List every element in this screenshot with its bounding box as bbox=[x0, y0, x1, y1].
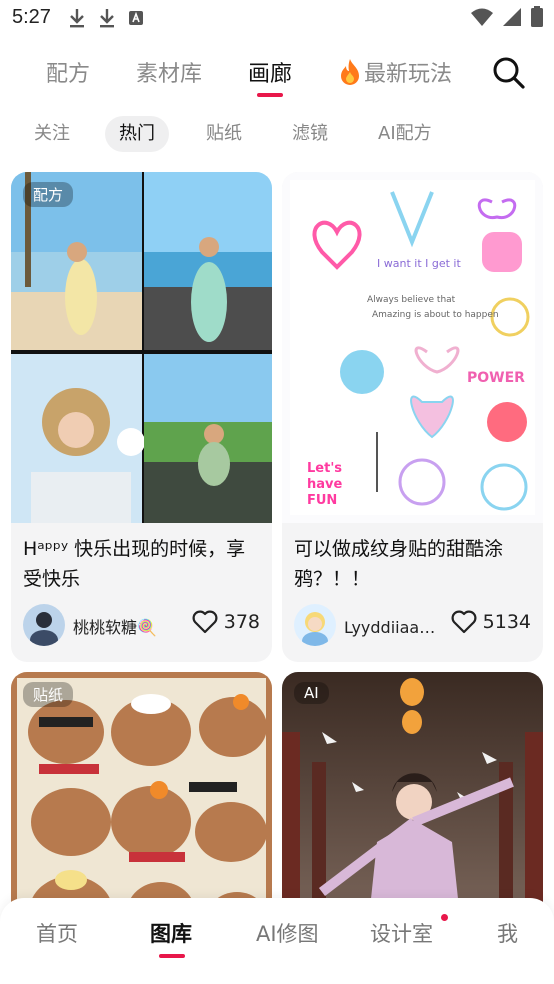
card-tag: AI bbox=[294, 682, 329, 704]
gallery-card[interactable]: I want it I get it Always believe that A… bbox=[282, 172, 543, 662]
tab-new-features-label: 最新玩法 bbox=[364, 62, 453, 87]
signal-icon bbox=[503, 8, 521, 26]
download-icon bbox=[100, 9, 114, 28]
chip-stickers[interactable]: 贴纸 bbox=[192, 116, 256, 152]
nav-home[interactable]: 首页 bbox=[36, 918, 78, 948]
card-tag: 贴纸 bbox=[23, 682, 74, 707]
system-icons bbox=[470, 6, 544, 28]
app-notification-icon bbox=[129, 11, 143, 25]
avatar[interactable] bbox=[23, 604, 65, 646]
svg-text:Let's: Let's bbox=[307, 461, 342, 476]
nav-design-studio[interactable]: 设计室 bbox=[370, 918, 433, 948]
card-image-collage bbox=[11, 172, 272, 523]
chip-filters[interactable]: 滤镜 bbox=[278, 116, 342, 152]
card-title: Hᵃᵖᵖʸ 快乐出现的时候，享受快乐 bbox=[23, 538, 246, 590]
card-meta: 桃桃软糖🍭 378 bbox=[23, 602, 260, 646]
tab-material-library[interactable]: 素材库 bbox=[136, 56, 202, 88]
heart-icon bbox=[192, 610, 218, 634]
heart-icon bbox=[451, 610, 477, 634]
avatar[interactable] bbox=[294, 604, 336, 646]
card-image-doodles: I want it I get it Always believe that A… bbox=[282, 172, 543, 523]
gallery-card[interactable]: 配方 Hᵃᵖᵖʸ 快乐出现的时候，享受快乐 桃桃软糖🍭 378 bbox=[11, 172, 272, 662]
tab-recipe[interactable]: 配方 bbox=[46, 56, 90, 88]
svg-text:I want it I get it: I want it I get it bbox=[377, 257, 461, 270]
like-count: 5134 bbox=[482, 611, 531, 633]
svg-text:FUN: FUN bbox=[307, 493, 337, 508]
card-tag: 配方 bbox=[23, 182, 74, 207]
sub-tabs: 关注 热门 贴纸 滤镜 AI配方 bbox=[0, 116, 554, 156]
notification-icons bbox=[68, 8, 144, 28]
chip-following[interactable]: 关注 bbox=[20, 116, 84, 152]
top-nav: 配方 素材库 画廊 最新玩法 bbox=[0, 52, 554, 102]
nav-me[interactable]: 我 bbox=[497, 918, 518, 948]
svg-text:Amazing is about to happen: Amazing is about to happen bbox=[372, 310, 499, 320]
svg-text:POWER: POWER bbox=[467, 370, 525, 386]
active-tab-indicator bbox=[257, 93, 283, 97]
chip-popular[interactable]: 热门 bbox=[105, 116, 169, 152]
like-button[interactable]: 5134 bbox=[451, 610, 531, 634]
svg-text:Always believe that: Always believe that bbox=[367, 295, 456, 305]
notification-dot bbox=[441, 914, 448, 921]
author-name[interactable]: Lyyddiiaa莉... bbox=[344, 614, 448, 638]
active-nav-indicator bbox=[159, 954, 185, 958]
author-name[interactable]: 桃桃软糖🍭 bbox=[73, 614, 157, 638]
nav-ai-retouch[interactable]: AI修图 bbox=[256, 918, 319, 948]
chip-ai-recipe[interactable]: AI配方 bbox=[364, 116, 446, 152]
like-count: 378 bbox=[223, 611, 260, 633]
wifi-icon bbox=[471, 8, 493, 26]
card-title: 可以做成纹身贴的甜酷涂鸦？！！ bbox=[294, 538, 504, 590]
card-meta: Lyyddiiaa莉... 5134 bbox=[294, 602, 531, 646]
bottom-nav: 首页 图库 AI修图 设计室 我 bbox=[0, 898, 554, 984]
nav-gallery[interactable]: 图库 bbox=[150, 918, 192, 948]
fire-icon bbox=[341, 59, 359, 85]
like-button[interactable]: 378 bbox=[192, 610, 260, 634]
download-icon bbox=[70, 9, 84, 28]
tab-gallery[interactable]: 画廊 bbox=[248, 56, 292, 88]
svg-text:have: have bbox=[307, 477, 343, 492]
tab-new-features[interactable]: 最新玩法 bbox=[338, 56, 452, 88]
battery-icon bbox=[531, 6, 543, 27]
status-bar: 5:27 bbox=[0, 0, 554, 38]
search-icon[interactable] bbox=[490, 54, 526, 90]
status-time: 5:27 bbox=[12, 6, 51, 28]
